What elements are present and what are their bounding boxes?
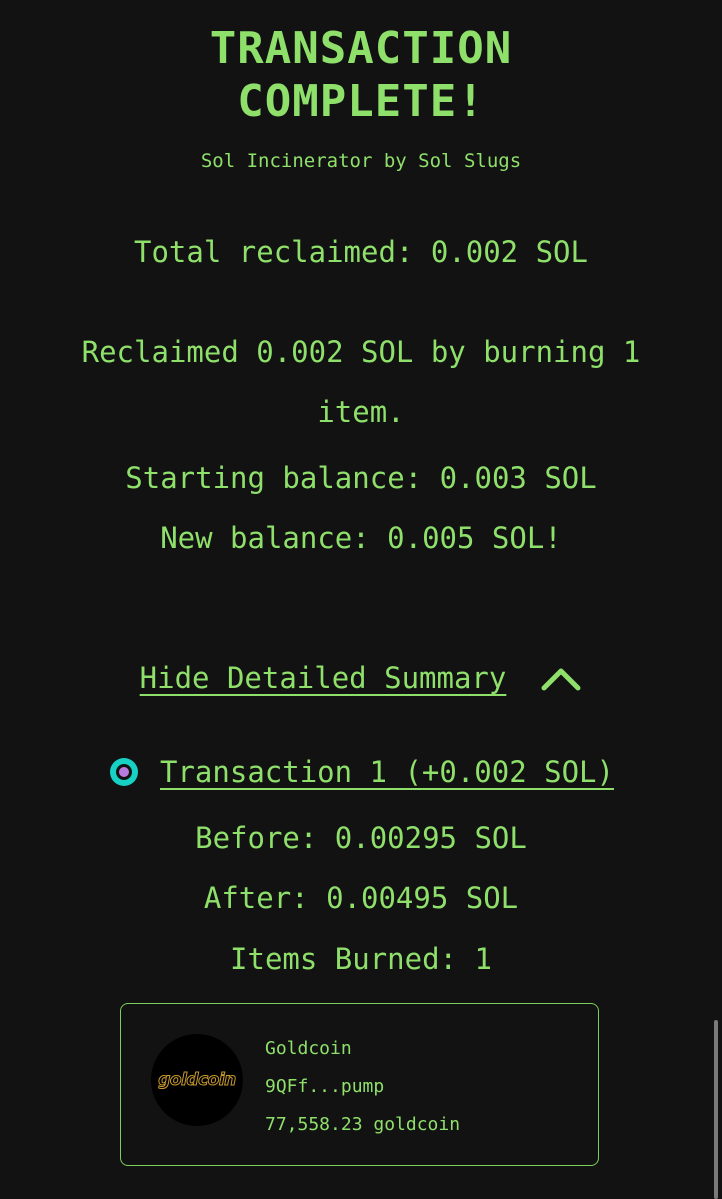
after-balance-text: After: 0.00495 SOL bbox=[203, 881, 519, 915]
reclaimed-message: Reclaimed 0.002 SOL by burning 1 item. bbox=[81, 335, 641, 429]
hide-detailed-summary-label[interactable]: Hide Detailed Summary bbox=[140, 658, 507, 698]
transaction-link[interactable]: Transaction 1 (+0.002 SOL) bbox=[160, 752, 614, 792]
before-balance-text: Before: 0.00295 SOL bbox=[195, 821, 527, 855]
goldcoin-logo-text: goldcoin bbox=[158, 1070, 237, 1091]
subtitle: Sol Incinerator by Sol Slugs bbox=[200, 150, 522, 172]
title-line-1: TRANSACTION bbox=[209, 23, 513, 74]
starting-balance-text: Starting balance: 0.003 SOL bbox=[125, 461, 597, 495]
chevron-up-icon[interactable] bbox=[540, 664, 582, 692]
solscan-icon bbox=[108, 756, 140, 788]
new-balance-text: New balance: 0.005 SOL! bbox=[160, 521, 562, 555]
token-name: Goldcoin bbox=[265, 1038, 352, 1059]
goldcoin-logo: goldcoin bbox=[151, 1034, 243, 1126]
items-burned-text: Items Burned: 1 bbox=[230, 942, 492, 976]
page-title: TRANSACTION COMPLETE! bbox=[0, 22, 722, 128]
token-info: Goldcoin 9QFf...pump 77,558.23 goldcoin bbox=[265, 1030, 460, 1144]
token-address: 9QFf...pump bbox=[265, 1076, 385, 1097]
token-card: goldcoin Goldcoin 9QFf...pump 77,558.23 … bbox=[120, 1003, 599, 1166]
scrollbar[interactable] bbox=[714, 1020, 718, 1199]
title-line-2: COMPLETE! bbox=[237, 76, 485, 127]
hide-detailed-summary-button[interactable]: Hide Detailed Summary bbox=[0, 658, 722, 698]
total-reclaimed-text: Total reclaimed: 0.002 SOL bbox=[134, 235, 588, 269]
token-amount: 77,558.23 goldcoin bbox=[265, 1114, 461, 1135]
transaction-row: Transaction 1 (+0.002 SOL) bbox=[0, 752, 722, 792]
